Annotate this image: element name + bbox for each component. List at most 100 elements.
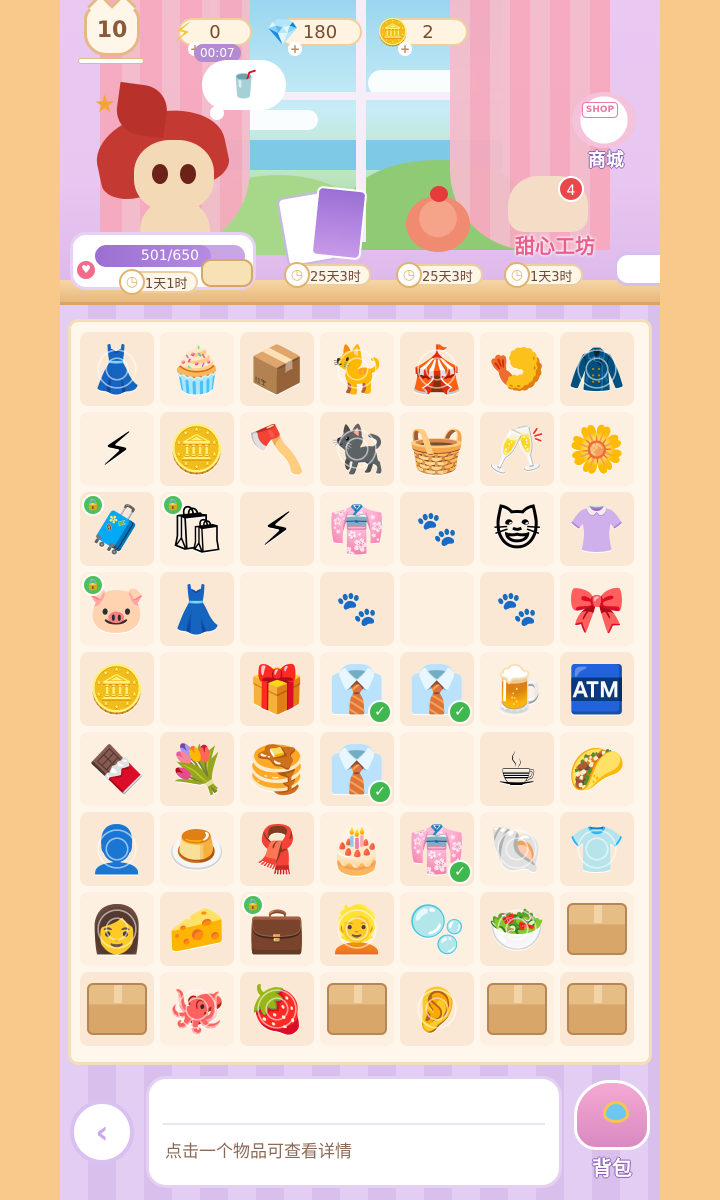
grid-cell[interactable]: 🧀 bbox=[157, 889, 237, 969]
grid-cell[interactable]: 🪓 bbox=[237, 409, 317, 489]
grid-cell[interactable]: 🐷 🔒 bbox=[77, 569, 157, 649]
gem-counter[interactable]: 💎 + 180 bbox=[267, 18, 362, 56]
merge-item-icon: 👂 bbox=[408, 982, 466, 1036]
grid-cell[interactable]: 👗 bbox=[77, 329, 157, 409]
energy-value: 0 bbox=[209, 21, 221, 43]
grid-cell[interactable]: 👘 bbox=[317, 489, 397, 569]
grid-cell[interactable]: 🌼 bbox=[557, 409, 637, 489]
grid-cell[interactable]: 🧺 bbox=[397, 409, 477, 489]
grid-cell[interactable] bbox=[237, 569, 317, 649]
grid-cell[interactable]: 👚 bbox=[557, 489, 637, 569]
grid-cell[interactable]: 🎁 bbox=[237, 649, 317, 729]
merge-item-icon: 😺 bbox=[493, 502, 541, 556]
merge-item-icon: 🫧 bbox=[408, 902, 466, 956]
grid-cell[interactable] bbox=[477, 969, 557, 1049]
grid-cell[interactable]: 🎪 bbox=[397, 329, 477, 409]
merge-item-icon: 🌼 bbox=[568, 422, 626, 476]
merge-item-icon: 👚 bbox=[568, 502, 626, 556]
grid-cell[interactable]: 💐 bbox=[157, 729, 237, 809]
grid-cell[interactable]: 👕 bbox=[557, 809, 637, 889]
grid-cell[interactable]: 🪙 bbox=[77, 649, 157, 729]
grid-cell[interactable]: 🎂 bbox=[317, 809, 397, 889]
add-gems-icon[interactable]: + bbox=[288, 42, 302, 56]
grid-cell[interactable]: 🐚 bbox=[477, 809, 557, 889]
merge-item-icon: 🍺 bbox=[488, 662, 546, 716]
grid-cell[interactable]: ⚡ bbox=[77, 409, 157, 489]
check-icon: ✓ bbox=[448, 860, 472, 884]
grid-cell[interactable] bbox=[397, 569, 477, 649]
grid-cell[interactable]: 🧁 bbox=[157, 329, 237, 409]
grid-cell[interactable]: 🍓 bbox=[237, 969, 317, 1049]
grid-cell[interactable]: 👘 ✓ bbox=[397, 809, 477, 889]
paw-placeholder-icon: 🐾 bbox=[335, 589, 379, 629]
grid-cell[interactable] bbox=[157, 649, 237, 729]
cake-roll-icon bbox=[201, 259, 253, 287]
coin-counter[interactable]: 🪙 + 2 bbox=[377, 18, 468, 56]
grid-cell[interactable]: 😺 bbox=[477, 489, 557, 569]
grid-cell[interactable] bbox=[77, 969, 157, 1049]
thought-bubble: 🥤 bbox=[202, 60, 286, 120]
grid-cell[interactable]: 💼 🔒 bbox=[237, 889, 317, 969]
merge-item-icon: 🪙 bbox=[168, 422, 226, 476]
grid-cell[interactable]: 👂 bbox=[397, 969, 477, 1049]
grid-cell[interactable]: 🧥 bbox=[557, 329, 637, 409]
grid-cell[interactable]: 🥗 bbox=[477, 889, 557, 969]
grid-cell[interactable]: 🐾 bbox=[317, 569, 397, 649]
grid-cell[interactable]: 👱 bbox=[317, 889, 397, 969]
grid-cell[interactable]: 🐾 bbox=[477, 569, 557, 649]
game-screen: 10 ⚡ + 0 00:07 💎 + 180 🪙 + 2 🥤 ★ bbox=[60, 0, 660, 1200]
paw-placeholder-icon: 🐾 bbox=[415, 509, 459, 549]
grid-cell[interactable]: ☕ bbox=[477, 729, 557, 809]
merge-item-icon: 🎀 bbox=[568, 582, 626, 636]
grid-cell[interactable]: 🐈‍⬛ bbox=[317, 409, 397, 489]
order-strawberry-roll-cake[interactable] bbox=[406, 186, 470, 252]
grid-cell[interactable]: 🥂 bbox=[477, 409, 557, 489]
grid-cell[interactable]: 🍤 bbox=[477, 329, 557, 409]
grid-cell[interactable]: 🐙 bbox=[157, 969, 237, 1049]
grid-cell[interactable]: 👔 ✓ bbox=[317, 729, 397, 809]
energy-progress-card[interactable]: 501/650 ♥ ◷ 1天1时 bbox=[70, 232, 256, 295]
grid-cell[interactable]: 🥞 bbox=[237, 729, 317, 809]
merge-item-icon: ⚡ bbox=[260, 502, 294, 556]
grid-cell[interactable]: 🧣 bbox=[237, 809, 317, 889]
back-button[interactable]: ‹ bbox=[70, 1100, 134, 1164]
merge-item-icon: 🥂 bbox=[488, 422, 546, 476]
level-badge[interactable]: 10 bbox=[84, 4, 140, 56]
side-panel-tab[interactable] bbox=[614, 252, 660, 286]
grid-cell[interactable]: 🍺 bbox=[477, 649, 557, 729]
grid-cell[interactable]: 👔 ✓ bbox=[317, 649, 397, 729]
grid-cell[interactable] bbox=[397, 729, 477, 809]
grid-cell[interactable]: 🛍 🔒 bbox=[157, 489, 237, 569]
grid-cell[interactable] bbox=[317, 969, 397, 1049]
grid-cell[interactable]: 🍫 bbox=[77, 729, 157, 809]
grid-cell[interactable]: 👤 bbox=[77, 809, 157, 889]
grid-cell[interactable]: 🎀 bbox=[557, 569, 637, 649]
grid-cell[interactable]: 🌮 bbox=[557, 729, 637, 809]
grid-cell[interactable] bbox=[557, 969, 637, 1049]
grid-cell[interactable] bbox=[557, 889, 637, 969]
grid-cell[interactable]: 🪙 bbox=[157, 409, 237, 489]
add-coins-icon[interactable]: + bbox=[398, 42, 412, 56]
item-info-hint: 点击一个物品可查看详情 bbox=[165, 1142, 352, 1162]
grid-cell[interactable]: 🍮 bbox=[157, 809, 237, 889]
order-card-pack[interactable] bbox=[276, 185, 374, 268]
grid-cell[interactable]: 👩 bbox=[77, 889, 157, 969]
shop-button[interactable]: SHOP 商城 bbox=[568, 92, 644, 174]
merge-item-icon: 👤 bbox=[88, 822, 146, 876]
clock-icon: ◷ bbox=[119, 269, 145, 295]
grid-cell[interactable]: 🏧 bbox=[557, 649, 637, 729]
grid-cell[interactable]: 🐾 bbox=[397, 489, 477, 569]
merge-item-icon: 🍫 bbox=[88, 742, 146, 796]
energy-counter[interactable]: ⚡ + 0 bbox=[174, 18, 252, 56]
grid-cell[interactable]: ⚡ bbox=[237, 489, 317, 569]
sweet-workshop[interactable]: 甜心工坊 bbox=[500, 176, 610, 258]
grid-cell[interactable]: 📦 bbox=[237, 329, 317, 409]
grid-cell[interactable]: 👔 ✓ bbox=[397, 649, 477, 729]
grid-cell[interactable]: 🐈 bbox=[317, 329, 397, 409]
merge-item-icon: 💐 bbox=[168, 742, 226, 796]
backpack-button[interactable]: 背包 bbox=[568, 1080, 656, 1184]
grid-cell[interactable]: 🧳 🔒 bbox=[77, 489, 157, 569]
grid-cell[interactable]: 👗 bbox=[157, 569, 237, 649]
grid-cell[interactable]: 🫧 bbox=[397, 889, 477, 969]
merge-item-icon: 🎁 bbox=[248, 662, 306, 716]
